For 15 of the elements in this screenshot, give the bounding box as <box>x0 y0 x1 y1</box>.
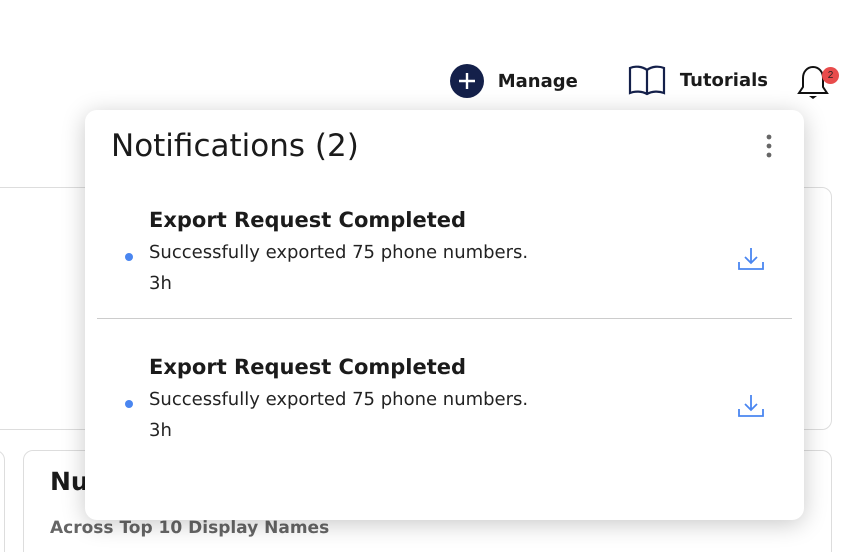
notifications-button[interactable]: 2 <box>796 64 840 104</box>
manage-button[interactable]: Manage <box>450 64 578 98</box>
notification-time: 3h <box>149 420 173 441</box>
panel-title: Notifications (2) <box>111 128 359 164</box>
notification-count-badge: 2 <box>822 67 839 84</box>
card-subtitle: Across Top 10 Display Names <box>50 518 330 538</box>
plus-icon <box>450 64 484 98</box>
notification-title: Export Request Completed <box>149 355 468 379</box>
notification-message: Successfully exported 75 phone numbers. <box>149 242 530 263</box>
notification-time: 3h <box>149 273 173 294</box>
notification-title: Export Request Completed <box>149 208 468 232</box>
notification-message: Successfully exported 75 phone numbers. <box>149 389 530 410</box>
bell-icon <box>796 64 830 102</box>
book-icon <box>628 64 666 96</box>
tutorials-button[interactable]: Tutorials <box>628 64 768 96</box>
